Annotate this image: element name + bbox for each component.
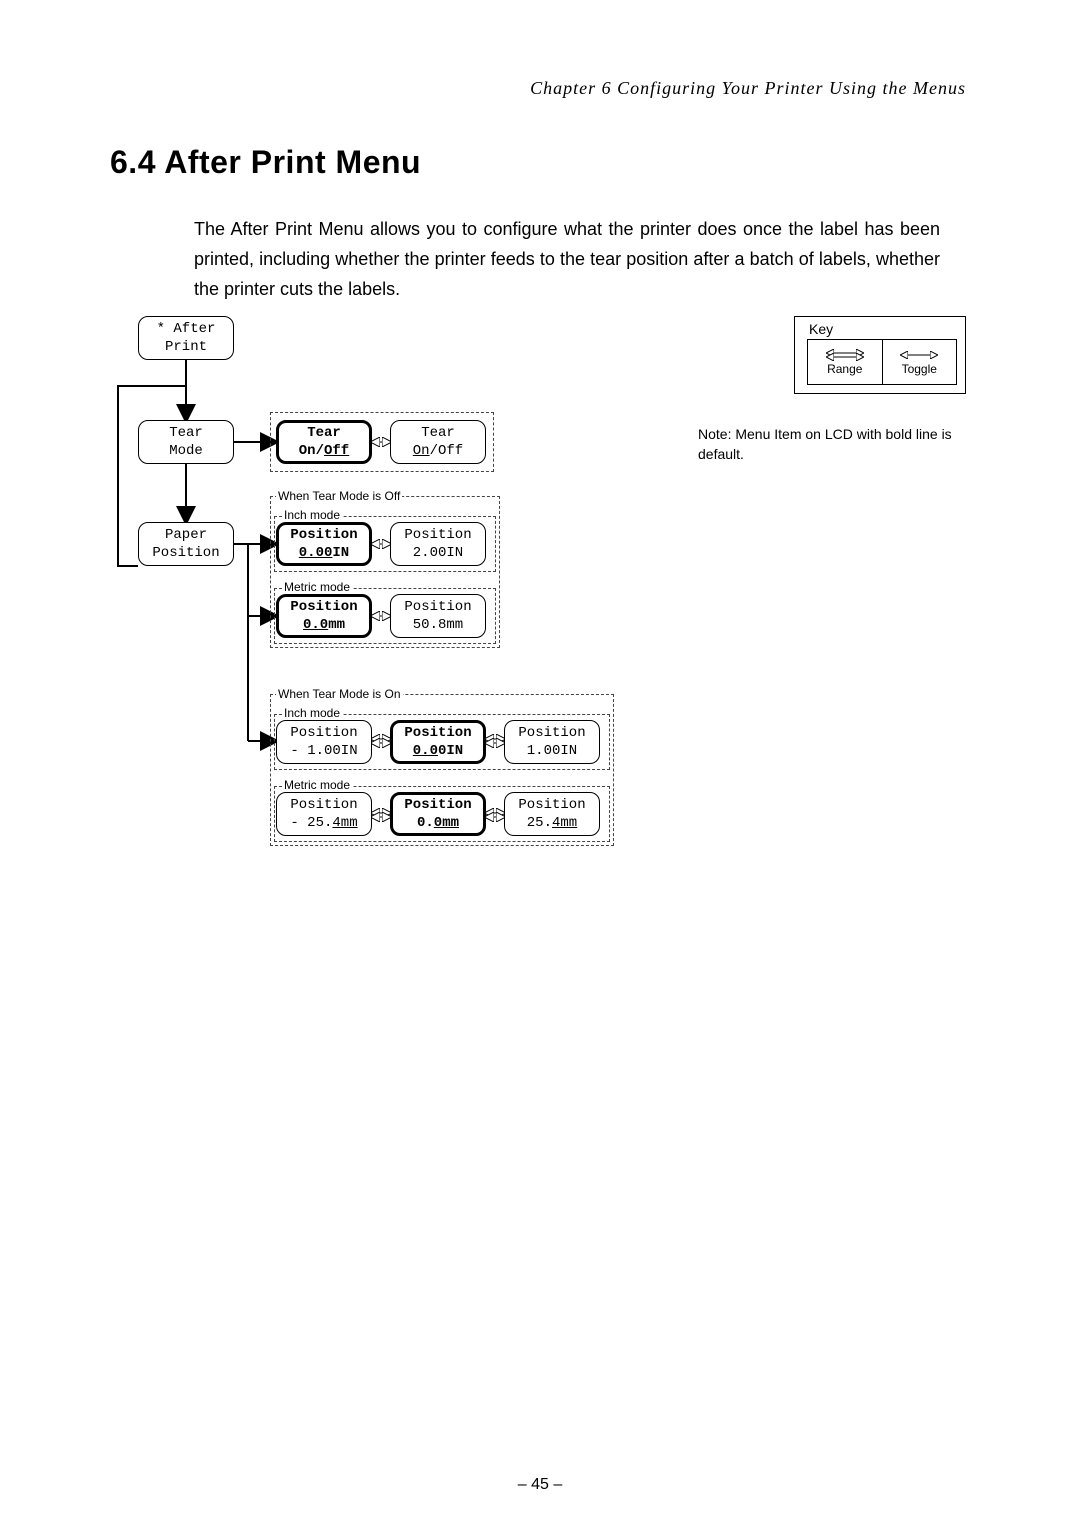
text: Position	[404, 598, 471, 616]
caption-off-metric: Metric mode	[282, 580, 352, 594]
node-off-inch-alt: Position 2.00IN	[390, 522, 486, 566]
page-footer: – 45 –	[0, 1476, 1080, 1494]
node-off-metric-alt: Position 50.8mm	[390, 594, 486, 638]
text: - 25.4mm	[290, 814, 357, 832]
text: 25.4mm	[527, 814, 577, 832]
text: 50.8mm	[413, 616, 463, 634]
caption-on: When Tear Mode is On	[276, 687, 403, 701]
text: Position	[404, 796, 471, 814]
text: Position	[290, 796, 357, 814]
text: Tear	[169, 424, 203, 442]
text: Position	[404, 724, 471, 742]
text: Position	[290, 598, 357, 616]
node-tear-alt: Tear On/Off	[390, 420, 486, 464]
text: Position	[518, 796, 585, 814]
node-tear-default: Tear On/Off	[276, 420, 372, 464]
text: Tear	[421, 424, 455, 442]
section-title: 6.4 After Print Menu	[110, 144, 421, 181]
text: 0.0mm	[303, 616, 345, 634]
text: Position	[404, 526, 471, 544]
caption-off: When Tear Mode is Off	[276, 489, 402, 503]
text: Paper	[165, 526, 207, 544]
text: Print	[165, 338, 207, 356]
text: On/Off	[299, 442, 349, 460]
text: 2.00IN	[413, 544, 463, 562]
node-off-inch-default: Position 0.00IN	[276, 522, 372, 566]
text: 1.00IN	[527, 742, 577, 760]
text: Position	[290, 526, 357, 544]
text: Position	[290, 724, 357, 742]
text: 0.0mm	[417, 814, 459, 832]
node-on-metric-a: Position - 25.4mm	[276, 792, 372, 836]
text: On/Off	[413, 442, 463, 460]
section-body: The After Print Menu allows you to confi…	[194, 214, 940, 304]
page: Chapter 6 Configuring Your Printer Using…	[0, 0, 1080, 1528]
node-paper-position: Paper Position	[138, 522, 234, 566]
caption-on-metric: Metric mode	[282, 778, 352, 792]
text: Position	[518, 724, 585, 742]
diagram: * After Print Tear Mode Paper Position T…	[110, 316, 950, 876]
text: Position	[152, 544, 219, 562]
node-tear-mode: Tear Mode	[138, 420, 234, 464]
caption-on-inch: Inch mode	[282, 706, 342, 720]
node-on-metric-c: Position 25.4mm	[504, 792, 600, 836]
node-on-inch-a: Position - 1.00IN	[276, 720, 372, 764]
text: * After	[157, 320, 216, 338]
node-on-inch-c: Position 1.00IN	[504, 720, 600, 764]
text: - 1.00IN	[290, 742, 357, 760]
chapter-header: Chapter 6 Configuring Your Printer Using…	[530, 78, 966, 99]
caption-off-inch: Inch mode	[282, 508, 342, 522]
node-after-print: * After Print	[138, 316, 234, 360]
text: 0.00IN	[299, 544, 349, 562]
text: Mode	[169, 442, 203, 460]
text: Tear	[307, 424, 341, 442]
node-on-inch-default: Position 0.00IN	[390, 720, 486, 764]
node-off-metric-default: Position 0.0mm	[276, 594, 372, 638]
text: 0.00IN	[413, 742, 463, 760]
node-on-metric-default: Position 0.0mm	[390, 792, 486, 836]
